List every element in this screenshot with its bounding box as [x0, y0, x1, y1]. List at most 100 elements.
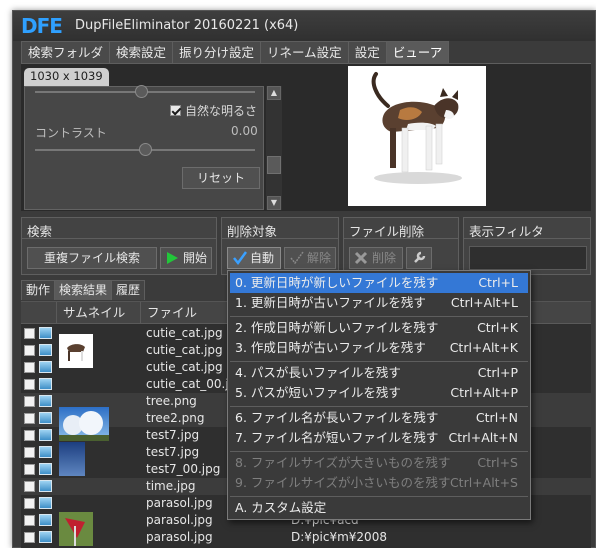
tab-rename-settings[interactable]: リネーム設定	[260, 41, 349, 63]
auto-label: 自動	[250, 251, 275, 265]
tool-button[interactable]	[406, 247, 432, 269]
image-file-icon	[39, 463, 52, 475]
row-checkbox[interactable]	[24, 345, 35, 356]
duplicate-search-button[interactable]: 重複ファイル検索	[27, 247, 157, 269]
natural-brightness-checkbox[interactable]	[170, 105, 181, 116]
window-title: DupFileEliminator 20160221 (x64)	[75, 18, 299, 33]
cat-thumbnail	[67, 344, 85, 361]
image-file-icon	[39, 378, 52, 390]
reset-button[interactable]: リセット	[182, 167, 260, 189]
header-file[interactable]: ファイル	[141, 302, 241, 324]
thumb-parasol	[59, 512, 93, 546]
row-file-name: tree2.png	[146, 411, 205, 425]
auto-button[interactable]: 自動	[227, 247, 281, 269]
menu-item-4[interactable]: 4. パスが長いファイルを残す Ctrl+P	[230, 363, 528, 383]
row-checkbox[interactable]	[24, 379, 35, 390]
file-delete-group: ファイル削除 削除	[343, 217, 459, 275]
row-file-name: cutie_cat.jpg	[146, 360, 223, 374]
menu-separator	[230, 496, 528, 497]
row-checkbox[interactable]	[24, 430, 35, 441]
contrast-slider-knob[interactable]	[139, 143, 152, 156]
scroll-up-icon[interactable]: ▲	[267, 86, 281, 100]
image-file-icon	[39, 446, 52, 458]
table-row[interactable]: parasol.jpg D:¥pic¥m¥2008	[21, 529, 591, 546]
tab-search-results[interactable]: 検索結果	[54, 280, 113, 300]
delete-target-group: 削除対象 自動 解除	[221, 217, 339, 275]
row-checkbox[interactable]	[24, 498, 35, 509]
row-path: D:¥pic¥m¥2008	[291, 530, 387, 544]
contrast-value: 0.00	[231, 124, 258, 138]
menu-item-0[interactable]: 0. 更新日時が新しいファイルを残す Ctrl+L	[230, 273, 528, 293]
image-file-icon	[39, 327, 52, 339]
image-adjust-panel: 自然な明るさ コントラスト 0.00 リセット	[24, 85, 264, 210]
menu-item-custom[interactable]: A. カスタム設定	[230, 498, 528, 518]
menu-item-6[interactable]: 6. ファイル名が長いファイルを残す Ctrl+N	[230, 408, 528, 428]
result-tabs: 動作 検索結果 履歴	[21, 280, 146, 300]
scroll-down-icon[interactable]: ▼	[267, 196, 281, 210]
delete-button[interactable]: 削除	[349, 247, 403, 269]
release-button[interactable]: 解除	[284, 247, 336, 269]
image-file-icon	[39, 412, 52, 424]
menu-item-8[interactable]: 8. ファイルサイズが大きいものを残す Ctrl+S	[230, 453, 528, 473]
menu-item-3[interactable]: 3. 作成日時が古いファイルを残す Ctrl+Alt+K	[230, 338, 528, 358]
check-icon	[233, 251, 248, 266]
thumb-cat	[59, 334, 93, 368]
start-label: 開始	[183, 251, 208, 265]
tab-history[interactable]: 履歴	[111, 280, 146, 300]
adjust-scrollbar[interactable]: ▲ ▼	[266, 86, 282, 210]
header-select[interactable]	[21, 302, 57, 324]
menu-item-2[interactable]: 2. 作成日時が新しいファイルを残す Ctrl+K	[230, 318, 528, 338]
brightness-slider-knob[interactable]	[135, 85, 148, 98]
tab-search-folder[interactable]: 検索フォルダ	[21, 41, 111, 63]
image-file-icon	[39, 429, 52, 441]
menu-item-1[interactable]: 1. 更新日時が古いファイルを残す Ctrl+Alt+L	[230, 293, 528, 313]
thumb-tree	[59, 407, 109, 441]
natural-brightness-label: 自然な明るさ	[185, 104, 258, 118]
header-thumbnail[interactable]: サムネイル	[57, 302, 141, 324]
menu-separator	[230, 316, 528, 317]
image-file-icon	[39, 531, 52, 543]
display-filter-field[interactable]	[469, 246, 587, 270]
tab-sort-settings[interactable]: 振り分け設定	[172, 41, 262, 63]
image-file-icon	[39, 514, 52, 526]
main-tabs: 検索フォルダ 検索設定 振り分け設定 リネーム設定 設定 ビューア	[21, 41, 450, 63]
row-file-name: parasol.jpg	[146, 513, 213, 527]
row-checkbox[interactable]	[24, 464, 35, 475]
row-file-name: parasol.jpg	[146, 496, 213, 510]
thumb-test7	[59, 442, 85, 476]
row-checkbox[interactable]	[24, 481, 35, 492]
image-file-icon	[39, 480, 52, 492]
title-bar: DFE DupFileEliminator 20160221 (x64)	[13, 11, 595, 41]
row-checkbox[interactable]	[24, 396, 35, 407]
auto-select-menu: 0. 更新日時が新しいファイルを残す Ctrl+L 1. 更新日時が古いファイルを…	[227, 270, 531, 520]
row-file-name: tree.png	[146, 394, 197, 408]
row-checkbox[interactable]	[24, 515, 35, 526]
menu-item-5[interactable]: 5. パスが短いファイルを残す Ctrl+Alt+P	[230, 383, 528, 403]
menu-separator	[230, 451, 528, 452]
check-outline-icon	[290, 251, 304, 265]
tab-search-settings[interactable]: 検索設定	[109, 41, 174, 63]
x-icon	[354, 251, 368, 265]
image-file-icon	[39, 395, 52, 407]
display-filter-group: 表示フィルタ	[463, 217, 591, 275]
image-preview	[348, 66, 486, 206]
image-file-icon	[39, 361, 52, 373]
menu-separator	[230, 406, 528, 407]
menu-item-9[interactable]: 9. ファイルサイズが小さいものを残す Ctrl+Alt+S	[230, 473, 528, 493]
image-file-icon	[39, 344, 52, 356]
row-checkbox[interactable]	[24, 532, 35, 543]
image-file-icon	[39, 497, 52, 509]
row-checkbox[interactable]	[24, 447, 35, 458]
cat-photo	[371, 72, 462, 184]
row-checkbox[interactable]	[24, 328, 35, 339]
scroll-thumb[interactable]	[267, 156, 281, 174]
tab-viewer[interactable]: ビューア	[385, 41, 450, 63]
release-label: 解除	[307, 251, 332, 265]
menu-item-7[interactable]: 7. ファイル名が短いファイルを残す Ctrl+Alt+N	[230, 428, 528, 448]
toolbar-groups: 検索 重複ファイル検索 開始 削除対象 自動 解除 ファイル削除 削除 表示フィ…	[21, 217, 591, 277]
row-checkbox[interactable]	[24, 362, 35, 373]
tab-settings[interactable]: 設定	[347, 41, 387, 63]
tab-action[interactable]: 動作	[21, 280, 56, 300]
row-checkbox[interactable]	[24, 413, 35, 424]
start-button[interactable]: 開始	[160, 247, 212, 269]
